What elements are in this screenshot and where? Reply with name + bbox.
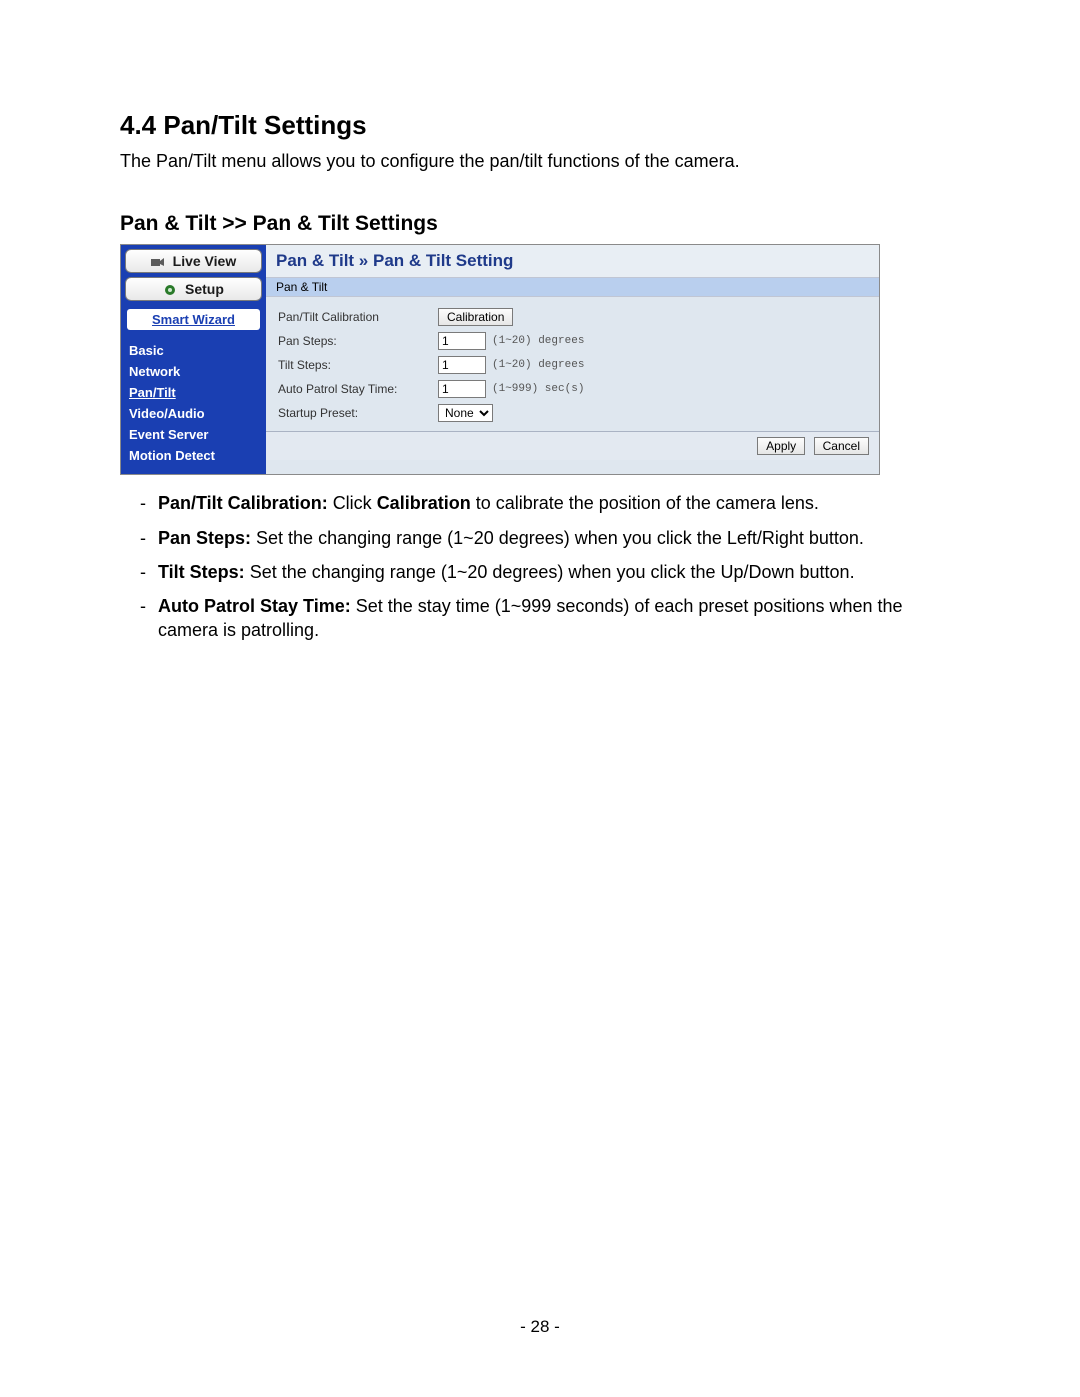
nav-list: Basic Network Pan/Tilt Video/Audio Event… [125,340,262,466]
row-calibration: Pan/Tilt Calibration Calibration [278,305,867,329]
row-startup-preset: Startup Preset: None [278,401,867,425]
row-auto-patrol: Auto Patrol Stay Time: (1~999) sec(s) [278,377,867,401]
subheading: Pan & Tilt >> Pan & Tilt Settings [120,212,960,236]
live-view-label: Live View [173,253,237,269]
calibration-label: Pan/Tilt Calibration [278,310,438,324]
sidebar-item-event-server[interactable]: Event Server [129,424,258,445]
def-term: Auto Patrol Stay Time: [158,596,356,616]
def-text-post: to calibrate the position of the camera … [471,493,819,513]
def-text-pre: Click [333,493,377,513]
page-number: - 28 - [0,1317,1080,1337]
sidebar-item-motion-detect[interactable]: Motion Detect [129,445,258,466]
def-term: Pan Steps: [158,528,256,548]
def-auto-patrol: Auto Patrol Stay Time: Set the stay time… [140,594,960,643]
definitions-list: Pan/Tilt Calibration: Click Calibration … [120,491,960,642]
def-tilt-steps: Tilt Steps: Set the changing range (1~20… [140,560,960,584]
startup-preset-select[interactable]: None [438,404,493,422]
setup-tab[interactable]: Setup [125,277,262,301]
def-text: Set the changing range (1~20 degrees) wh… [256,528,864,548]
tilt-steps-label: Tilt Steps: [278,358,438,372]
sidebar-item-pan-tilt[interactable]: Pan/Tilt [129,382,258,403]
def-pan-steps: Pan Steps: Set the changing range (1~20 … [140,526,960,550]
sidebar-item-video-audio[interactable]: Video/Audio [129,403,258,424]
section-title: 4.4 Pan/Tilt Settings [120,110,960,141]
tilt-steps-input[interactable] [438,356,486,374]
settings-panel: Live View Setup Smart Wizard Basic Netwo… [120,244,880,475]
sidebar: Live View Setup Smart Wizard Basic Netwo… [121,245,266,474]
auto-patrol-hint: (1~999) sec(s) [492,383,584,395]
auto-patrol-input[interactable] [438,380,486,398]
intro-text: The Pan/Tilt menu allows you to configur… [120,151,960,172]
row-pan-steps: Pan Steps: (1~20) degrees [278,329,867,353]
action-bar: Apply Cancel [266,431,879,460]
camera-icon [151,256,165,268]
content-area: Pan & Tilt » Pan & Tilt Setting Pan & Ti… [266,245,879,474]
section-band: Pan & Tilt [266,278,879,297]
pan-steps-input[interactable] [438,332,486,350]
smart-wizard-link[interactable]: Smart Wizard [127,309,260,330]
gear-icon [163,283,177,297]
tilt-steps-hint: (1~20) degrees [492,359,584,371]
apply-button[interactable]: Apply [757,437,805,455]
startup-preset-label: Startup Preset: [278,406,438,420]
sidebar-item-network[interactable]: Network [129,361,258,382]
auto-patrol-label: Auto Patrol Stay Time: [278,382,438,396]
def-text: Set the changing range (1~20 degrees) wh… [250,562,855,582]
calibration-button[interactable]: Calibration [438,308,513,326]
def-calibration: Pan/Tilt Calibration: Click Calibration … [140,491,960,515]
def-text-bold: Calibration [377,493,471,513]
row-tilt-steps: Tilt Steps: (1~20) degrees [278,353,867,377]
breadcrumb: Pan & Tilt » Pan & Tilt Setting [266,245,879,278]
sidebar-item-basic[interactable]: Basic [129,340,258,361]
cancel-button[interactable]: Cancel [814,437,869,455]
pan-steps-label: Pan Steps: [278,334,438,348]
live-view-tab[interactable]: Live View [125,249,262,273]
def-term: Pan/Tilt Calibration: [158,493,333,513]
setup-label: Setup [185,281,224,297]
pan-steps-hint: (1~20) degrees [492,335,584,347]
form-area: Pan/Tilt Calibration Calibration Pan Ste… [266,297,879,431]
def-term: Tilt Steps: [158,562,250,582]
